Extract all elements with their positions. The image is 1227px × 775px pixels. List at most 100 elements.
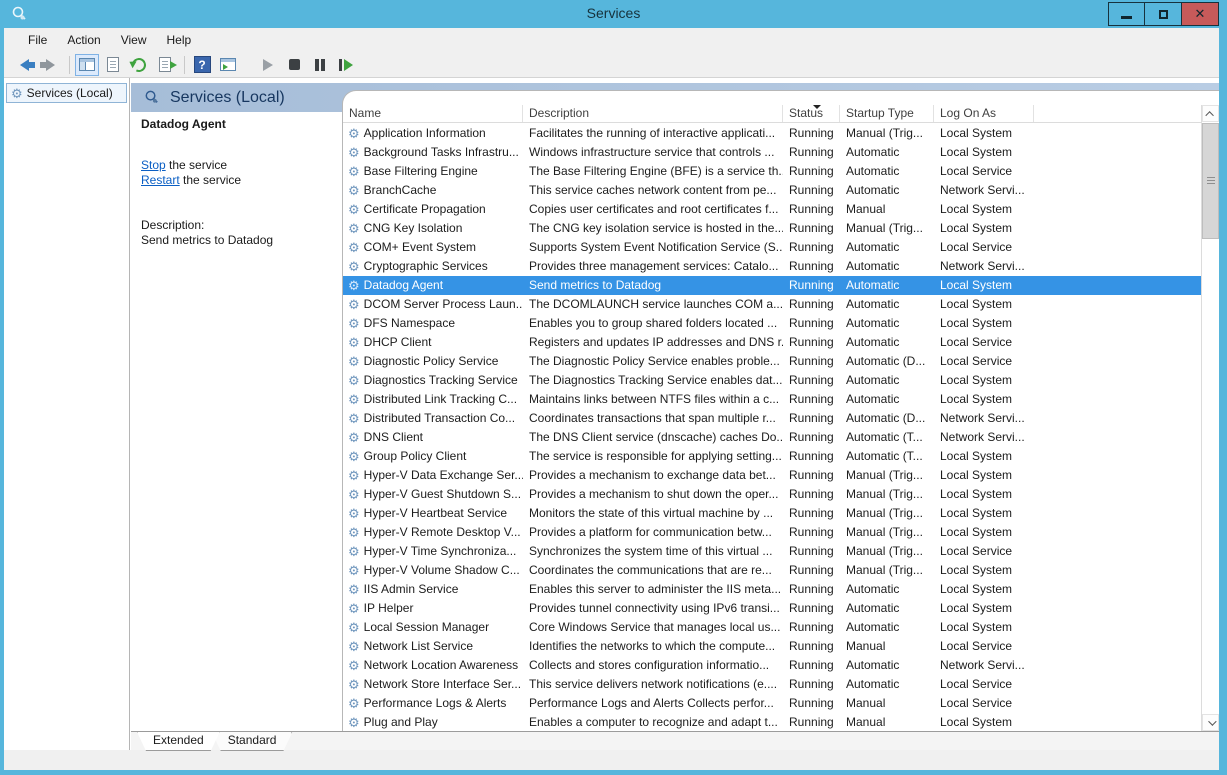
stop-service-link[interactable]: Stop	[141, 158, 166, 172]
service-name-label: Performance Logs & Alerts	[364, 694, 507, 713]
table-row[interactable]: ⚙Application InformationFacilitates the …	[343, 124, 1201, 143]
table-row[interactable]: ⚙Certificate PropagationCopies user cert…	[343, 200, 1201, 219]
cell-description: This service delivers network notificati…	[523, 675, 783, 694]
cell-log-on-as: Local System	[934, 447, 1034, 466]
cell-description: The DNS Client service (dnscache) caches…	[523, 428, 783, 447]
table-row[interactable]: ⚙Local Session ManagerCore Windows Servi…	[343, 618, 1201, 637]
show-action-pane-button[interactable]	[216, 54, 240, 76]
table-row[interactable]: ⚙Base Filtering EngineThe Base Filtering…	[343, 162, 1201, 181]
cell-log-on-as: Network Servi...	[934, 257, 1034, 276]
table-row[interactable]: ⚙Performance Logs & AlertsPerformance Lo…	[343, 694, 1201, 713]
scrollbar-thumb[interactable]	[1202, 123, 1219, 239]
minimize-button[interactable]	[1108, 2, 1145, 26]
service-gear-icon: ⚙	[348, 640, 360, 653]
scroll-down-button[interactable]	[1202, 714, 1219, 731]
service-gear-icon: ⚙	[348, 317, 360, 330]
table-row[interactable]: ⚙Cryptographic ServicesProvides three ma…	[343, 257, 1201, 276]
table-row[interactable]: ⚙Datadog AgentSend metrics to DatadogRun…	[343, 276, 1201, 295]
restart-line-rest: the service	[180, 173, 241, 187]
table-row[interactable]: ⚙IP HelperProvides tunnel connectivity u…	[343, 599, 1201, 618]
tab-extended[interactable]: Extended	[137, 732, 220, 751]
cell-startup-type: Automatic	[840, 238, 934, 257]
service-gear-icon: ⚙	[348, 355, 360, 368]
services-header-icon	[143, 89, 160, 106]
restart-service-link[interactable]: Restart	[141, 173, 180, 187]
column-header-name[interactable]: Name	[343, 105, 523, 122]
tab-standard[interactable]: Standard	[212, 732, 293, 751]
export-list-button[interactable]	[153, 54, 177, 76]
table-row[interactable]: ⚙Background Tasks Infrastru...Windows in…	[343, 143, 1201, 162]
minimize-icon	[1121, 16, 1132, 19]
table-row[interactable]: ⚙IIS Admin ServiceEnables this server to…	[343, 580, 1201, 599]
cell-description: Synchronizes the system time of this vir…	[523, 542, 783, 561]
table-row[interactable]: ⚙DNS ClientThe DNS Client service (dnsca…	[343, 428, 1201, 447]
maximize-button[interactable]	[1145, 2, 1182, 26]
table-row[interactable]: ⚙BranchCacheThis service caches network …	[343, 181, 1201, 200]
scrollbar-grip-icon	[1207, 177, 1215, 178]
table-row[interactable]: ⚙Network List ServiceIdentifies the netw…	[343, 637, 1201, 656]
refresh-button[interactable]	[127, 54, 151, 76]
table-row[interactable]: ⚙Network Location AwarenessCollects and …	[343, 656, 1201, 675]
service-name-label: BranchCache	[364, 181, 437, 200]
cell-log-on-as: Local System	[934, 580, 1034, 599]
properties-button[interactable]	[101, 54, 125, 76]
table-row[interactable]: ⚙COM+ Event SystemSupports System Event …	[343, 238, 1201, 257]
show-console-tree-button[interactable]	[75, 54, 99, 76]
table-row[interactable]: ⚙Hyper-V Volume Shadow C...Coordinates t…	[343, 561, 1201, 580]
table-row[interactable]: ⚙Hyper-V Remote Desktop V...Provides a p…	[343, 523, 1201, 542]
service-name-label: Hyper-V Heartbeat Service	[364, 504, 507, 523]
title-bar[interactable]: Services ✕	[0, 0, 1227, 28]
restart-service-button[interactable]	[334, 54, 358, 76]
table-row[interactable]: ⚙Group Policy ClientThe service is respo…	[343, 447, 1201, 466]
table-row[interactable]: ⚙Distributed Link Tracking C...Maintains…	[343, 390, 1201, 409]
table-row[interactable]: ⚙Hyper-V Heartbeat ServiceMonitors the s…	[343, 504, 1201, 523]
table-row[interactable]: ⚙DFS NamespaceEnables you to group share…	[343, 314, 1201, 333]
cell-startup-type: Automatic	[840, 580, 934, 599]
table-row[interactable]: ⚙DHCP ClientRegisters and updates IP add…	[343, 333, 1201, 352]
column-header-description[interactable]: Description	[523, 105, 783, 122]
cell-startup-type: Manual	[840, 200, 934, 219]
table-row[interactable]: ⚙DCOM Server Process Laun...The DCOMLAUN…	[343, 295, 1201, 314]
menu-item-view[interactable]: View	[111, 30, 157, 50]
service-gear-icon: ⚙	[348, 716, 360, 729]
cell-startup-type: Manual (Trig...	[840, 219, 934, 238]
sidebar-item-services-local[interactable]: ⚙ Services (Local)	[6, 83, 127, 103]
cell-status: Running	[783, 599, 840, 618]
back-button[interactable]	[12, 54, 36, 76]
table-row[interactable]: ⚙Distributed Transaction Co...Coordinate…	[343, 409, 1201, 428]
scroll-up-button[interactable]	[1202, 105, 1219, 122]
table-row[interactable]: ⚙CNG Key IsolationThe CNG key isolation …	[343, 219, 1201, 238]
table-row[interactable]: ⚙Plug and PlayEnables a computer to reco…	[343, 713, 1201, 731]
table-row[interactable]: ⚙Hyper-V Guest Shutdown S...Provides a m…	[343, 485, 1201, 504]
cell-description: The Diagnostics Tracking Service enables…	[523, 371, 783, 390]
pause-service-button[interactable]	[308, 54, 332, 76]
menu-item-file[interactable]: File	[18, 30, 57, 50]
table-row[interactable]: ⚙Hyper-V Data Exchange Ser...Provides a …	[343, 466, 1201, 485]
vertical-scrollbar[interactable]	[1201, 105, 1219, 731]
table-row[interactable]: ⚙Diagnostics Tracking ServiceThe Diagnos…	[343, 371, 1201, 390]
start-service-button[interactable]	[256, 54, 280, 76]
view-tab-strip: ExtendedStandard	[131, 731, 1219, 750]
cell-name: ⚙IP Helper	[343, 599, 523, 618]
cell-description: Enables this server to administer the II…	[523, 580, 783, 599]
help-button[interactable]: ?	[190, 54, 214, 76]
column-header-status[interactable]: Status	[783, 105, 840, 122]
stop-service-button[interactable]	[282, 54, 306, 76]
table-row[interactable]: ⚙Network Store Interface Ser...This serv…	[343, 675, 1201, 694]
cell-log-on-as: Local Service	[934, 333, 1034, 352]
table-row[interactable]: ⚙Hyper-V Time Synchroniza...Synchronizes…	[343, 542, 1201, 561]
cell-status: Running	[783, 580, 840, 599]
cell-status: Running	[783, 466, 840, 485]
table-row[interactable]: ⚙Diagnostic Policy ServiceThe Diagnostic…	[343, 352, 1201, 371]
cell-name: ⚙COM+ Event System	[343, 238, 523, 257]
menu-item-action[interactable]: Action	[57, 30, 110, 50]
close-button[interactable]: ✕	[1182, 2, 1219, 26]
column-header-log-on-as[interactable]: Log On As	[934, 105, 1034, 122]
cell-startup-type: Automatic (D...	[840, 352, 934, 371]
menu-item-help[interactable]: Help	[157, 30, 202, 50]
cell-status: Running	[783, 257, 840, 276]
cell-description: Provides three management services: Cata…	[523, 257, 783, 276]
forward-button[interactable]	[38, 54, 62, 76]
column-header-startup-type[interactable]: Startup Type	[840, 105, 934, 122]
service-name-label: DCOM Server Process Laun...	[364, 295, 523, 314]
